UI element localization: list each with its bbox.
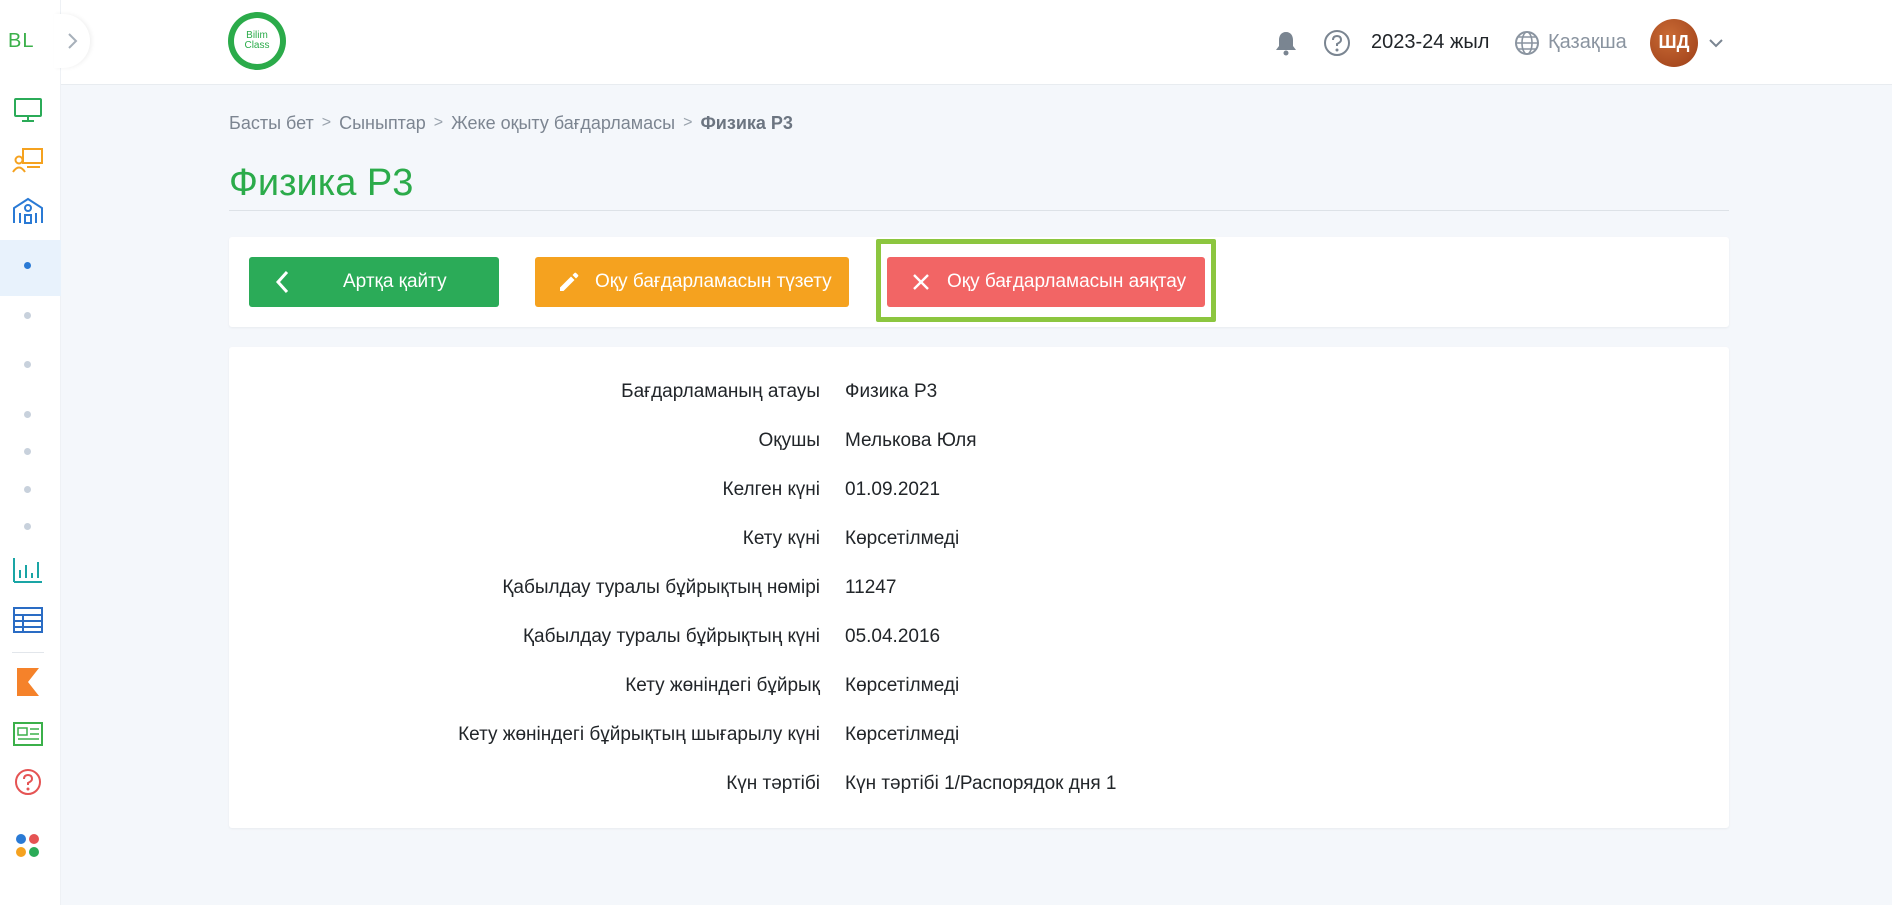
detail-row: Кету күні Көрсетілмеді xyxy=(229,528,1729,558)
breadcrumb-separator-icon: > xyxy=(683,114,693,131)
detail-row: Кету жөніндегі бұйрық Көрсетілмеді xyxy=(229,675,1729,705)
edit-program-button[interactable]: Оқу бағдарламасын түзету xyxy=(535,257,849,307)
teacher-board-icon[interactable] xyxy=(10,144,46,176)
table-grid-icon[interactable] xyxy=(10,604,46,636)
detail-value: Көрсетілмеді xyxy=(845,675,960,696)
top-header: Bilim Class 2023-24 жыл Қазақша ШД xyxy=(61,0,1892,85)
sidebar-active-row xyxy=(0,240,61,296)
detail-value: 05.04.2016 xyxy=(845,626,941,647)
detail-label: Оқушы xyxy=(758,430,821,451)
language-selector[interactable]: Қазақша xyxy=(1514,0,1627,85)
breadcrumb-separator-icon: > xyxy=(433,114,444,131)
detail-value: Күн тәртібі 1/Распорядок дня 1 xyxy=(845,773,1117,794)
bilimclass-logo[interactable]: Bilim Class xyxy=(228,12,286,70)
detail-row: Кету жөніндегі бұйрықтың шығарылу күні К… xyxy=(229,724,1729,754)
chevron-left-icon xyxy=(275,270,289,294)
sidebar-subitem-3[interactable] xyxy=(24,361,31,368)
detail-label: Келген күні xyxy=(722,479,820,500)
detail-label: Бағдарламаның атауы xyxy=(621,381,820,402)
sidebar-subitem-1[interactable] xyxy=(24,262,31,269)
academic-year: 2023-24 жыл xyxy=(1371,31,1490,53)
breadcrumb: Басты бет > Сыныптар > Жеке оқыту бағдар… xyxy=(229,112,793,134)
detail-row: Қабылдау туралы бұйрықтың нөмірі 11247 xyxy=(229,577,1729,607)
back-button[interactable]: Артқа қайту xyxy=(249,257,499,307)
breadcrumb-separator-icon: > xyxy=(321,114,332,131)
sidebar: BL xyxy=(0,0,61,905)
sidebar-subitem-7[interactable] xyxy=(24,523,31,530)
detail-row: Келген күні 01.09.2021 xyxy=(229,479,1729,509)
user-menu[interactable]: ШД xyxy=(1650,0,1724,85)
breadcrumb-home[interactable]: Басты бет xyxy=(229,113,314,134)
help-button[interactable] xyxy=(1323,0,1351,85)
help-circle-icon[interactable] xyxy=(10,766,46,798)
school-building-icon[interactable] xyxy=(10,194,46,226)
detail-row: Бағдарламаның атауы Физика Р3 xyxy=(229,381,1729,411)
breadcrumb-individual-program[interactable]: Жеке оқыту бағдарламасы xyxy=(451,113,675,134)
detail-value: Мелькова Юля xyxy=(845,430,977,451)
detail-value: Физика Р3 xyxy=(845,381,938,402)
detail-label: Қабылдау туралы бұйрықтың күні xyxy=(522,626,820,647)
brand-line-2: Class xyxy=(244,40,270,51)
sidebar-subitem-2[interactable] xyxy=(24,312,31,319)
back-button-label: Артқа қайту xyxy=(343,271,447,292)
sidebar-subitem-4[interactable] xyxy=(24,411,31,418)
breadcrumb-classes[interactable]: Сыныптар xyxy=(339,113,426,134)
kundelik-icon[interactable] xyxy=(10,666,46,698)
notifications-button[interactable] xyxy=(1274,0,1298,85)
chevron-down-icon xyxy=(1709,38,1723,47)
language-label: Қазақша xyxy=(1548,31,1627,53)
detail-value: 01.09.2021 xyxy=(845,479,941,500)
detail-value: Көрсетілмеді xyxy=(845,724,960,745)
detail-row: Оқушы Мелькова Юля xyxy=(229,430,1729,460)
breadcrumb-current: Физика Р3 xyxy=(700,112,793,133)
edit-program-label: Оқу бағдарламасын түзету xyxy=(595,271,832,292)
detail-label: Кету күні xyxy=(742,528,820,549)
action-panel: Артқа қайту Оқу бағдарламасын түзету Оқу… xyxy=(229,237,1729,327)
question-circle-icon xyxy=(1324,29,1350,56)
page-title: Физика Р3 xyxy=(229,162,414,204)
pencil-icon xyxy=(560,272,579,291)
bell-icon xyxy=(1276,31,1296,55)
highlight-frame xyxy=(876,239,1216,322)
sidebar-subitem-6[interactable] xyxy=(24,486,31,493)
detail-label: Күн тәртібі xyxy=(726,773,820,794)
program-details: Бағдарламаның атауы Физика Р3 Оқушы Мель… xyxy=(229,347,1729,828)
newspaper-icon[interactable] xyxy=(10,718,46,750)
monitor-icon[interactable] xyxy=(10,94,46,126)
detail-row: Қабылдау туралы бұйрықтың күні 05.04.201… xyxy=(229,626,1729,656)
detail-row: Күн тәртібі Күн тәртібі 1/Распорядок дня… xyxy=(229,773,1729,803)
academic-year-selector[interactable]: 2023-24 жыл xyxy=(1371,0,1489,85)
bar-chart-icon[interactable] xyxy=(10,554,46,586)
detail-label: Кету жөніндегі бұйрық xyxy=(625,675,820,696)
sidebar-logo[interactable]: BL xyxy=(8,30,34,53)
sidebar-subitem-5[interactable] xyxy=(24,448,31,455)
detail-value: 11247 xyxy=(845,577,897,598)
chevron-right-icon xyxy=(68,33,78,49)
globe-icon xyxy=(1515,30,1539,55)
avatar: ШД xyxy=(1650,18,1698,67)
sidebar-divider xyxy=(12,652,44,653)
apps-dots-icon[interactable] xyxy=(10,830,46,862)
title-divider xyxy=(229,210,1729,211)
detail-label: Қабылдау туралы бұйрықтың нөмірі xyxy=(502,577,820,598)
detail-label: Кету жөніндегі бұйрықтың шығарылу күні xyxy=(458,724,820,745)
detail-value: Көрсетілмеді xyxy=(845,528,960,549)
